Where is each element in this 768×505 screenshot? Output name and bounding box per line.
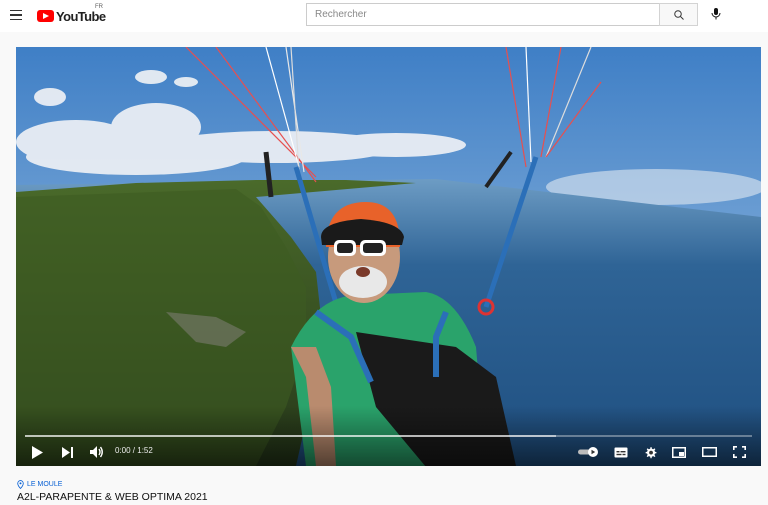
youtube-play-icon	[37, 10, 54, 22]
fullscreen-icon	[732, 446, 746, 458]
theater-mode-icon	[701, 447, 717, 457]
autoplay-toggle-icon	[578, 447, 598, 457]
volume-icon	[90, 446, 103, 458]
progress-bar[interactable]	[25, 435, 752, 437]
fullscreen-button[interactable]	[731, 444, 747, 460]
subtitles-icon	[614, 447, 628, 457]
play-button[interactable]	[28, 444, 46, 460]
settings-button[interactable]	[642, 444, 658, 460]
voice-search-button[interactable]	[707, 5, 725, 23]
country-code: FR	[95, 4, 103, 10]
play-icon	[32, 445, 43, 459]
miniplayer-button[interactable]	[671, 444, 687, 460]
subtitles-button[interactable]	[613, 444, 629, 460]
masthead: YouTube FR	[0, 0, 768, 32]
location-text: LE MOULE	[27, 481, 63, 488]
video-frame	[16, 47, 761, 466]
mic-icon	[711, 8, 721, 20]
youtube-logo[interactable]: YouTube	[37, 8, 106, 24]
logo-text: YouTube	[56, 8, 106, 24]
miniplayer-icon	[672, 446, 686, 458]
search-box	[306, 3, 659, 26]
next-icon	[62, 446, 73, 458]
volume-button[interactable]	[88, 444, 106, 460]
location-pin-icon	[17, 480, 24, 489]
video-title: A2L-PARAPENTE & WEB OPTIMA 2021	[17, 491, 208, 503]
search-input[interactable]	[307, 4, 659, 25]
video-player[interactable]: 0:00 / 1:52	[16, 47, 761, 466]
search-icon	[673, 9, 684, 20]
buffered-bar	[25, 435, 556, 437]
search-button[interactable]	[659, 3, 698, 26]
location-link[interactable]: LE MOULE	[17, 480, 62, 489]
next-button[interactable]	[59, 444, 77, 460]
autoplay-toggle[interactable]	[577, 444, 599, 460]
menu-icon[interactable]	[7, 6, 25, 24]
time-display: 0:00 / 1:52	[115, 446, 153, 455]
settings-icon	[645, 446, 656, 458]
theater-mode-button[interactable]	[700, 444, 718, 460]
